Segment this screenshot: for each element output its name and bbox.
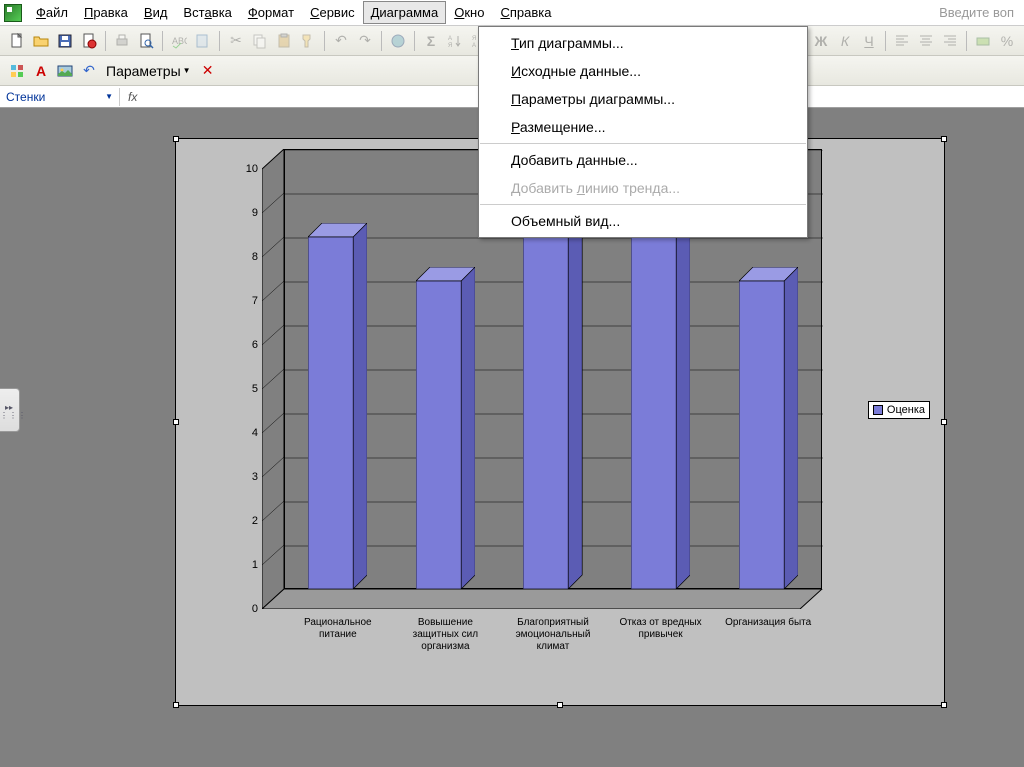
refresh-icon[interactable]: ✕ [197,60,219,82]
x-tick-label: Отказ от вредных привычек [607,617,715,653]
resize-handle[interactable] [173,136,179,142]
menu-формат[interactable]: Формат [240,1,302,24]
open-icon[interactable] [30,30,52,52]
bar[interactable] [739,267,798,589]
name-box-value: Стенки [6,90,45,104]
bar[interactable] [308,223,367,589]
chart-floor [262,589,822,609]
menu-сервис[interactable]: Сервис [302,1,363,24]
y-tick-label: 0 [252,603,258,615]
chart-legend[interactable]: Оценка [868,401,930,419]
underline-icon[interactable]: Ч [858,30,880,52]
task-pane-tab[interactable]: ▸▸ ⋮⋮⋮⋮ [0,388,20,432]
drawing-toolbar-icon[interactable] [6,60,28,82]
y-tick-label: 5 [252,383,258,395]
align-center-icon[interactable] [915,30,937,52]
help-search-placeholder[interactable]: Введите воп [939,5,1020,20]
legend-label: Оценка [887,404,925,416]
menu-справка[interactable]: Справка [492,1,559,24]
hyperlink-icon[interactable] [387,30,409,52]
menu-item[interactable]: Тип диаграммы... [479,29,807,57]
resize-handle[interactable] [557,702,563,708]
font-color-icon[interactable]: А [30,60,52,82]
svg-text:Я: Я [472,36,476,42]
paste-icon[interactable] [273,30,295,52]
y-tick-label: 7 [252,295,258,307]
menu-вставка[interactable]: Вставка [175,1,239,24]
legend-swatch [873,405,883,415]
resize-handle[interactable] [173,419,179,425]
chevron-down-icon: ▼ [105,92,113,101]
percent-icon[interactable]: % [996,30,1018,52]
y-tick-label: 2 [252,515,258,527]
menu-item[interactable]: Объемный вид... [479,207,807,235]
redo-icon[interactable]: ↷ [354,30,376,52]
undo-format-icon[interactable]: ↶ [78,60,100,82]
menu-файл[interactable]: Файл [28,1,76,24]
y-tick-label: 3 [252,471,258,483]
align-left-icon[interactable] [891,30,913,52]
new-doc-icon[interactable] [6,30,28,52]
menu-item[interactable]: Параметры диаграммы... [479,85,807,113]
menu-вид[interactable]: Вид [136,1,176,24]
permission-icon[interactable] [78,30,100,52]
y-tick-label: 6 [252,339,258,351]
menu-item[interactable]: Добавить данные... [479,146,807,174]
chart-side-wall [262,149,284,609]
italic-icon[interactable]: К [834,30,856,52]
currency-icon[interactable] [972,30,994,52]
svg-text:А: А [472,43,476,49]
resize-handle[interactable] [941,136,947,142]
menu-item[interactable]: Размещение... [479,113,807,141]
svg-text:Я: Я [448,43,452,49]
sort-asc-icon[interactable]: АЯ [444,30,466,52]
undo-icon[interactable]: ↶ [330,30,352,52]
menu-правка[interactable]: Правка [76,1,136,24]
menu-диаграмма[interactable]: Диаграмма [363,1,447,24]
x-tick-label: Рациональное питание [284,617,392,653]
resize-handle[interactable] [173,702,179,708]
x-axis-labels: Рациональное питаниеВовышение защитных с… [284,617,822,653]
y-tick-label: 4 [252,427,258,439]
y-tick-label: 8 [252,251,258,263]
resize-handle[interactable] [941,419,947,425]
diagram-menu-dropdown: Тип диаграммы...Исходные данные...Параме… [478,26,808,238]
cut-icon[interactable]: ✂ [225,30,247,52]
align-right-icon[interactable] [939,30,961,52]
excel-icon [4,4,22,22]
menu-item[interactable]: Исходные данные... [479,57,807,85]
x-tick-label: Организация быта [714,617,822,653]
x-tick-label: Благоприятный эмоциональный климат [499,617,607,653]
picture-icon[interactable] [54,60,76,82]
y-tick-label: 10 [246,163,258,175]
parameters-label: Параметры [106,63,181,79]
y-axis-labels: 012345678910 [234,149,258,589]
bold-icon[interactable]: Ж [810,30,832,52]
y-tick-label: 9 [252,207,258,219]
name-box[interactable]: Стенки ▼ [0,88,120,106]
copy-icon[interactable] [249,30,271,52]
autosum-icon[interactable]: Σ [420,30,442,52]
spelling-icon[interactable]: ABC [168,30,190,52]
chevron-down-icon: ▼ [183,66,191,75]
bar[interactable] [416,267,475,589]
menu-item: Добавить линию тренда... [479,174,807,202]
menu-окно[interactable]: Окно [446,1,492,24]
save-icon[interactable] [54,30,76,52]
svg-text:А: А [448,36,452,42]
fx-label[interactable]: fx [120,90,145,104]
research-icon[interactable] [192,30,214,52]
print-icon[interactable] [111,30,133,52]
parameters-dropdown[interactable]: Параметры ▼ [102,63,195,79]
format-painter-icon[interactable] [297,30,319,52]
resize-handle[interactable] [941,702,947,708]
menu-bar: ФайлПравкаВидВставкаФорматСервисДиаграмм… [0,0,1024,26]
x-tick-label: Вовышение защитных сил организма [392,617,500,653]
y-tick-label: 1 [252,559,258,571]
print-preview-icon[interactable] [135,30,157,52]
